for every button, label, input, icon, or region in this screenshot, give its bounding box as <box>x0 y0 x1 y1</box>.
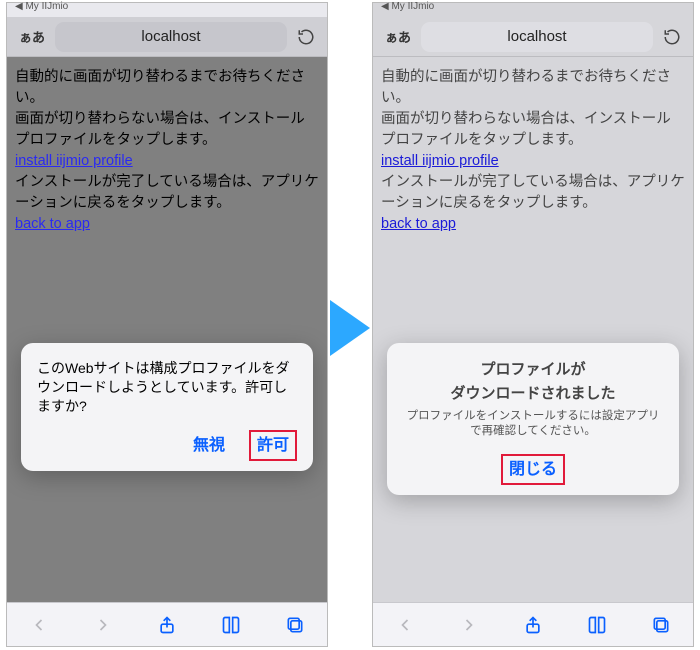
close-button[interactable]: 閉じる <box>501 454 565 485</box>
back-to-app-link[interactable]: back to app <box>15 216 90 232</box>
body-text: 画面が切り替わらない場合は、インストールプロファイルをタップします。 <box>381 109 685 151</box>
dialog-message: このWebサイトは構成プロファイルをダウンロードしようとしています。許可しますか… <box>37 359 297 416</box>
back-icon <box>395 615 415 635</box>
bookmarks-button[interactable] <box>577 605 617 645</box>
phone-screenshot-left: ◀ My IIJmio ぁあ localhost 自動的に画面が切り替わるまでお… <box>6 2 328 647</box>
bookmarks-icon <box>220 615 242 635</box>
share-button[interactable] <box>147 605 187 645</box>
install-profile-link[interactable]: install iijmio profile <box>15 153 133 169</box>
bookmarks-icon <box>586 615 608 635</box>
body-text: インストールが完了している場合は、アプリケーションに戻るをタップします。 <box>15 172 319 214</box>
back-button[interactable] <box>385 605 425 645</box>
tabs-button[interactable] <box>275 605 315 645</box>
address-bar: ぁあ localhost <box>373 17 693 57</box>
forward-button[interactable] <box>449 605 489 645</box>
body-text: インストールが完了している場合は、アプリケーションに戻るをタップします。 <box>381 172 685 214</box>
dialog-title: プロファイルが <box>403 359 663 381</box>
reader-aa-button[interactable]: ぁあ <box>381 24 415 50</box>
tabs-icon <box>651 615 671 635</box>
tabs-button[interactable] <box>641 605 681 645</box>
body-text: 自動的に画面が切り替わるまでお待ちください。 <box>15 67 319 109</box>
install-profile-link[interactable]: install iijmio profile <box>381 153 499 169</box>
url-field[interactable]: localhost <box>421 22 653 52</box>
forward-button[interactable] <box>83 605 123 645</box>
forward-icon <box>459 615 479 635</box>
refresh-icon <box>663 28 681 46</box>
page-content: 自動的に画面が切り替わるまでお待ちください。 画面が切り替わらない場合は、インス… <box>7 57 327 602</box>
share-button[interactable] <box>513 605 553 645</box>
body-text: 自動的に画面が切り替わるまでお待ちください。 <box>381 67 685 109</box>
reader-aa-button[interactable]: ぁあ <box>15 24 49 50</box>
back-icon <box>29 615 49 635</box>
refresh-icon <box>297 28 315 46</box>
dialog-title: ダウンロードされました <box>403 383 663 405</box>
url-field[interactable]: localhost <box>55 22 287 52</box>
download-permission-dialog: このWebサイトは構成プロファイルをダウンロードしようとしています。許可しますか… <box>21 343 313 471</box>
dialog-subtext: プロファイルをインストールするには設定アプリで再確認してください。 <box>403 409 663 440</box>
tabs-icon <box>285 615 305 635</box>
page-content: 自動的に画面が切り替わるまでお待ちください。 画面が切り替わらない場合は、インス… <box>373 57 693 602</box>
body-text: 画面が切り替わらない場合は、インストールプロファイルをタップします。 <box>15 109 319 151</box>
address-bar: ぁあ localhost <box>7 17 327 57</box>
safari-toolbar <box>7 602 327 646</box>
status-return-label: ◀ My IIJmio <box>15 1 68 12</box>
transition-arrow <box>330 300 370 356</box>
refresh-button[interactable] <box>293 24 319 50</box>
ignore-button[interactable]: 無視 <box>187 430 231 461</box>
safari-toolbar <box>373 602 693 646</box>
back-button[interactable] <box>19 605 59 645</box>
forward-icon <box>93 615 113 635</box>
share-icon <box>157 614 177 636</box>
refresh-button[interactable] <box>659 24 685 50</box>
share-icon <box>523 614 543 636</box>
phone-screenshot-right: ◀ My IIJmio ぁあ localhost 自動的に画面が切り替わるまでお… <box>372 2 694 647</box>
back-to-app-link[interactable]: back to app <box>381 216 456 232</box>
allow-button[interactable]: 許可 <box>249 430 297 461</box>
status-return-label: ◀ My IIJmio <box>381 1 434 12</box>
bookmarks-button[interactable] <box>211 605 251 645</box>
profile-downloaded-dialog: プロファイルが ダウンロードされました プロファイルをインストールするには設定ア… <box>387 343 679 495</box>
